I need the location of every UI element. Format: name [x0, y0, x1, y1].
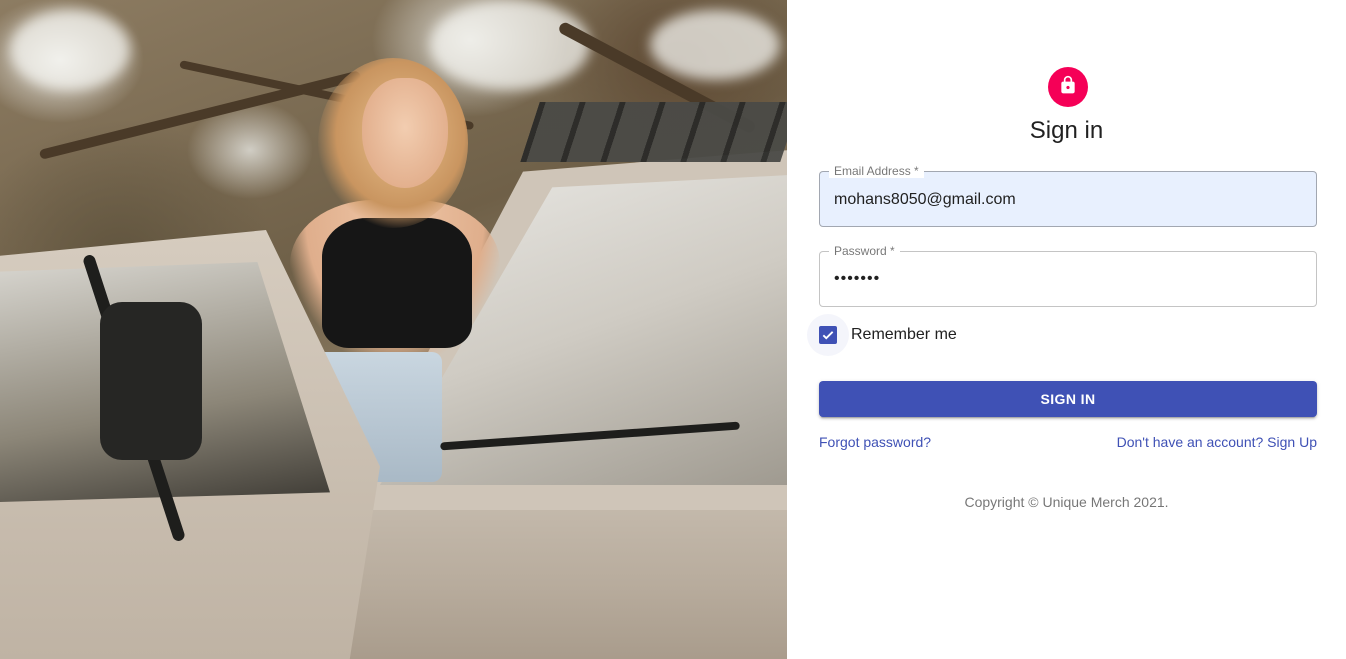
sky-patch	[430, 0, 590, 90]
password-field[interactable]: Password * •••••••	[819, 244, 1317, 307]
van-roof-rack	[520, 102, 787, 162]
email-value: mohans8050@gmail.com	[834, 191, 1016, 208]
lock-avatar	[1048, 67, 1088, 107]
remember-me-control[interactable]: Remember me	[807, 314, 957, 356]
sky-patch	[10, 10, 130, 90]
copyright-text: Copyright © Unique Merch 2021.	[964, 494, 1169, 510]
sign-in-button[interactable]: SIGN IN	[819, 381, 1317, 417]
van-mirror	[100, 302, 202, 460]
password-value: •••••••	[834, 270, 881, 287]
sky-patch	[650, 10, 780, 80]
person-face	[362, 78, 448, 188]
lock-icon	[1058, 75, 1078, 100]
sign-up-link[interactable]: Don't have an account? Sign Up	[1117, 434, 1317, 450]
page-title: Sign in	[1029, 117, 1104, 144]
email-field[interactable]: Email Address * mohans8050@gmail.com	[819, 164, 1317, 227]
hero-image	[0, 0, 787, 659]
signin-panel: Sign in Email Address * mohans8050@gmail…	[787, 0, 1346, 659]
remember-me-label: Remember me	[851, 326, 957, 343]
forgot-password-link[interactable]: Forgot password?	[819, 434, 931, 450]
email-label: Email Address *	[829, 164, 924, 178]
password-label: Password *	[829, 244, 900, 258]
checkmark-icon	[819, 326, 837, 344]
remember-me-checkbox[interactable]	[807, 314, 849, 356]
person-top	[322, 218, 472, 348]
